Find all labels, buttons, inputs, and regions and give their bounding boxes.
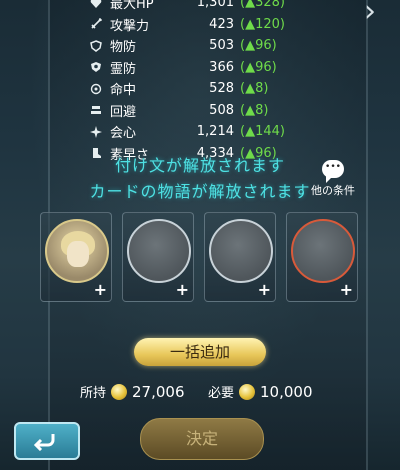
spirit-shield-icon xyxy=(88,60,104,74)
portrait-face xyxy=(67,241,89,267)
chevron-right-icon[interactable]: › xyxy=(364,0,376,29)
evade-icon xyxy=(88,103,104,117)
stat-row: 霊防 366 (▲96) xyxy=(88,57,348,79)
material-card-slot[interactable]: + xyxy=(204,212,276,302)
panel-edge-right xyxy=(366,0,368,470)
speech-bubble-icon: ••• xyxy=(322,160,344,183)
stat-row: 会心 1,214 (▲144) xyxy=(88,121,348,143)
stat-bonus: (▲8) xyxy=(240,102,269,118)
bulk-add-button[interactable]: 一括追加 xyxy=(134,338,266,366)
stat-bonus: (▲96) xyxy=(240,59,277,75)
back-button[interactable] xyxy=(14,422,80,460)
stat-name: 回避 xyxy=(110,104,137,120)
stats-list: 最大HP 1,301 (▲328) 攻撃力 423 (▲120) 物防 503 … xyxy=(88,0,348,164)
stat-name: 攻撃力 xyxy=(110,18,150,34)
stat-row: 物防 503 (▲96) xyxy=(88,35,348,57)
material-card-slot[interactable]: + xyxy=(286,212,358,302)
character-portrait xyxy=(45,219,109,283)
empty-slot-circle xyxy=(291,219,355,283)
stat-bonus: (▲96) xyxy=(240,38,277,54)
plus-icon: + xyxy=(175,280,189,299)
back-arrow-icon xyxy=(33,434,55,451)
coin-icon xyxy=(239,383,256,400)
coin-icon xyxy=(111,383,128,400)
stat-value: 1,214 xyxy=(196,124,234,140)
required-label: 必要 xyxy=(208,386,235,401)
stat-bonus: (▲144) xyxy=(240,124,285,140)
stat-bonus: (▲8) xyxy=(240,81,269,97)
stat-row: 回避 508 (▲8) xyxy=(88,100,348,122)
owned-currency: 所持 27,006 xyxy=(80,382,185,402)
empty-slot-circle xyxy=(209,219,273,283)
stat-value: 423 xyxy=(209,16,234,32)
empty-slot-circle xyxy=(127,219,191,283)
decide-button[interactable]: 決定 xyxy=(140,418,264,460)
stat-name: 命中 xyxy=(110,83,137,99)
heart-icon xyxy=(88,0,104,10)
plus-icon: + xyxy=(257,280,271,299)
material-card-slot[interactable]: + xyxy=(40,212,112,302)
stat-value: 503 xyxy=(209,38,234,54)
required-currency: 必要 10,000 xyxy=(208,382,313,402)
shield-icon xyxy=(88,39,104,53)
stat-value: 508 xyxy=(209,102,234,118)
other-conditions-label: 他の条件 xyxy=(311,184,355,197)
stat-name: 霊防 xyxy=(110,61,137,77)
stat-value: 528 xyxy=(209,81,234,97)
critical-icon xyxy=(88,125,104,139)
stat-row: 最大HP 1,301 (▲328) xyxy=(88,0,348,14)
material-card-slot[interactable]: + xyxy=(122,212,194,302)
stat-value: 1,301 xyxy=(196,0,234,11)
stat-name: 物防 xyxy=(110,40,137,56)
sword-icon xyxy=(88,17,104,31)
other-conditions-button[interactable]: ••• 他の条件 xyxy=(298,160,368,198)
owned-amount: 27,006 xyxy=(132,382,185,401)
stat-value: 366 xyxy=(209,59,234,75)
stat-row: 命中 528 (▲8) xyxy=(88,78,348,100)
plus-icon: + xyxy=(93,280,107,299)
stat-row: 攻撃力 423 (▲120) xyxy=(88,14,348,36)
stat-name: 会心 xyxy=(110,126,137,142)
plus-icon: + xyxy=(339,280,353,299)
stat-bonus: (▲120) xyxy=(240,16,285,32)
owned-label: 所持 xyxy=(80,386,107,401)
stat-name: 最大HP xyxy=(110,0,154,13)
required-amount: 10,000 xyxy=(260,382,313,401)
target-icon xyxy=(88,82,104,96)
stat-bonus: (▲328) xyxy=(240,0,285,11)
